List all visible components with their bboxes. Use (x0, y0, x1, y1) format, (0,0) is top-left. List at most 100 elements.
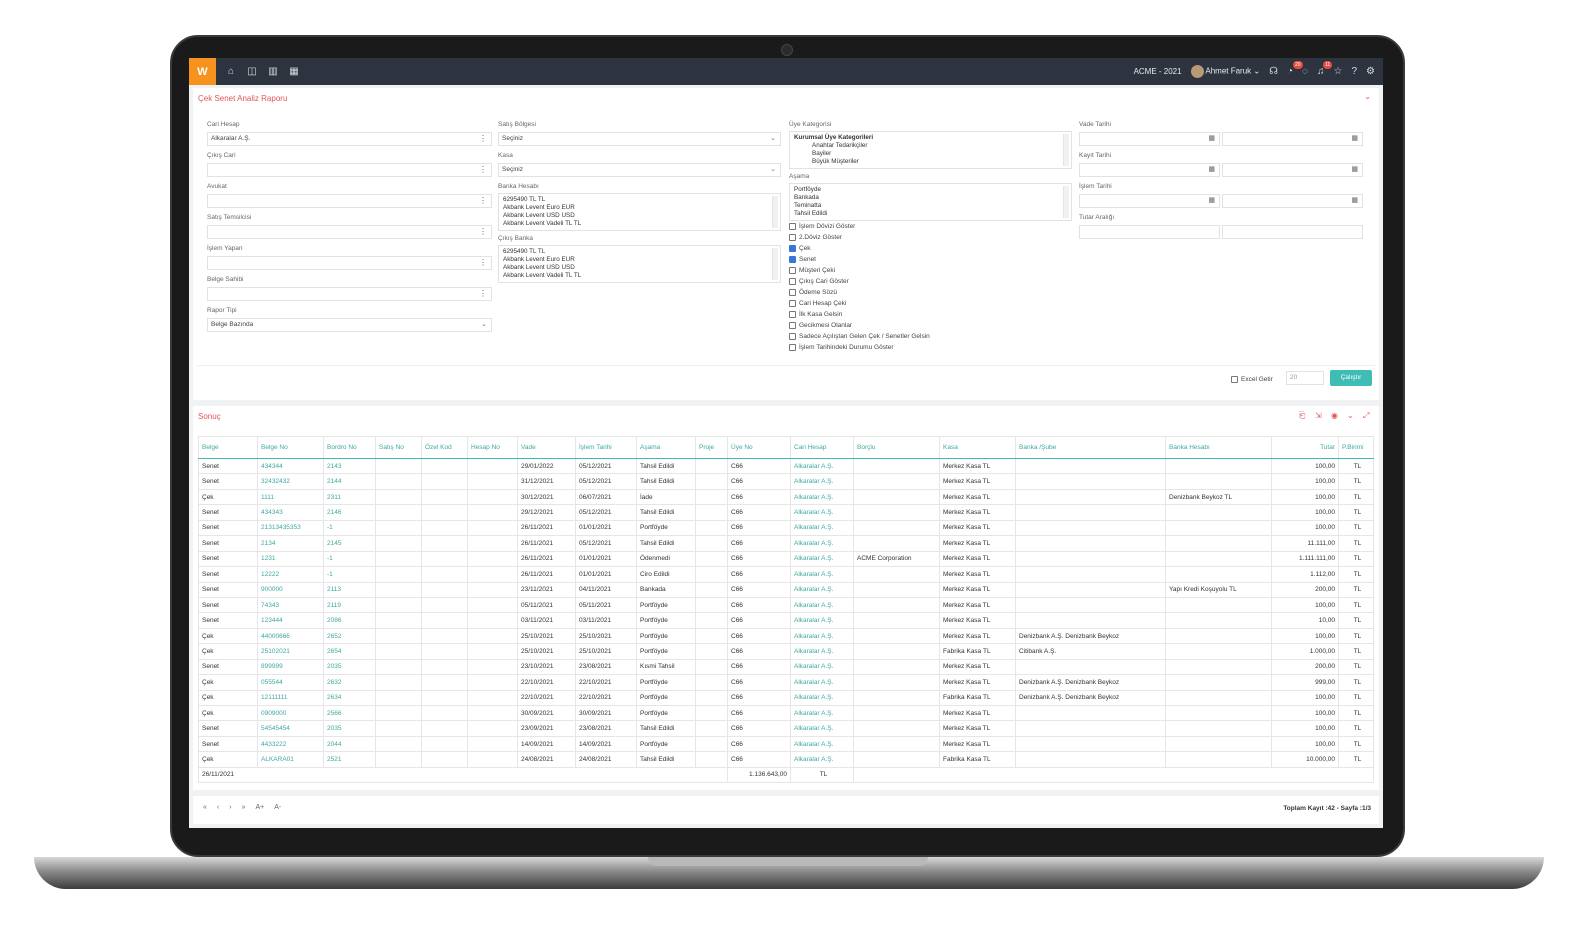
home-icon[interactable]: ⌂ (225, 66, 237, 77)
next-page-button[interactable]: › (229, 804, 231, 811)
column-header[interactable]: Tutar (1271, 436, 1339, 459)
first-page-button[interactable]: « (203, 804, 207, 811)
vade-end-date[interactable]: ▦ (1222, 132, 1363, 146)
table-cell[interactable]: 2654 (323, 643, 376, 660)
checkbox-row[interactable]: Senet (789, 256, 816, 263)
list-item[interactable]: 6295490 TL TL (503, 248, 776, 256)
scrollbar[interactable] (772, 248, 778, 280)
table-row[interactable]: Senet 32432432 2144 31/12/2021 05/12/2021 Tah… (198, 473, 1374, 490)
banka-hesabi-list[interactable]: 6295490 TL TL Akbank Levent Euro EUR Akb… (498, 193, 781, 231)
kayit-start-date[interactable]: ▦ (1079, 163, 1220, 177)
list-item[interactable]: Akbank Levent Euro EUR (503, 204, 776, 212)
table-cell[interactable]: 2566 (323, 704, 376, 722)
table-row[interactable]: Senet 1231 -1 26/11/2021 01/01/2021 Ödenmedi C… (198, 550, 1374, 568)
kayit-end-date[interactable]: ▦ (1222, 163, 1363, 177)
table-row[interactable]: Çek 12111111 2634 22/10/2021 22/10/2021 Portf… (198, 689, 1374, 707)
table-cell[interactable]: 900000 (257, 581, 324, 598)
checkbox[interactable] (789, 256, 796, 263)
checkbox-row[interactable]: Sadece Açılıştan Gelen Çek / Senetler Ge… (789, 333, 930, 340)
list-item[interactable]: Akbank Levent Vadeli TL TL (503, 220, 776, 228)
checkbox-row[interactable]: Cari Hesap Çeki (789, 300, 846, 307)
table-cell[interactable]: 74343 (257, 596, 324, 614)
font-increase-button[interactable]: A+ (256, 804, 265, 811)
checkbox-row[interactable]: Gecikmesi Olanlar (789, 322, 852, 329)
column-header[interactable]: Hesap No (467, 436, 518, 459)
excel-checkbox-row[interactable]: Excel Getir (1231, 376, 1273, 383)
table-cell[interactable]: 2634 (323, 689, 376, 707)
scrollbar[interactable] (1063, 186, 1069, 218)
table-cell[interactable]: Alkaralar A.Ş. (790, 519, 854, 537)
calendar-icon[interactable]: ▦ (288, 66, 300, 77)
list-item[interactable]: Büyük Müşteriler (794, 158, 1067, 166)
checkbox-row[interactable]: Ödeme Sözü (789, 289, 837, 296)
scrollbar[interactable] (1063, 134, 1069, 166)
table-row[interactable]: Senet 434344 2143 29/01/2022 05/12/2021 Tahsi… (198, 457, 1374, 475)
table-cell[interactable]: Alkaralar A.Ş. (790, 658, 854, 676)
table-cell[interactable]: Alkaralar A.Ş. (790, 566, 854, 583)
table-cell[interactable]: 123444 (257, 612, 324, 629)
table-cell[interactable]: 2632 (323, 674, 376, 691)
calendar-icon[interactable]: ▦ (1208, 195, 1215, 207)
table-cell[interactable]: 2146 (323, 504, 376, 521)
expand-icon[interactable]: ⤢ (1363, 411, 1369, 421)
table-row[interactable]: Senet 900000 2113 23/11/2021 04/11/2021 Banka… (198, 581, 1374, 598)
avukat-field[interactable]: ⋮ (207, 194, 492, 208)
belge-sahibi-field[interactable]: ⋮ (207, 287, 492, 301)
column-header[interactable]: Bordro No (323, 436, 376, 459)
checkbox-row[interactable]: İşlem Dövizi Göster (789, 223, 855, 230)
table-row[interactable]: Senet 123444 2086 03/11/2021 03/11/2021 Portf… (198, 612, 1374, 629)
last-page-button[interactable]: » (242, 804, 246, 811)
table-row[interactable]: Senet 74343 2119 05/11/2021 05/11/2021 Portfö… (198, 596, 1374, 614)
table-cell[interactable]: Alkaralar A.Ş. (790, 457, 854, 475)
list-item[interactable]: Teminatta (794, 202, 1067, 210)
column-header[interactable]: Banka Hesabı (1165, 436, 1272, 459)
column-header[interactable]: P.Birimi (1338, 436, 1374, 459)
table-cell[interactable]: 2311 (323, 488, 376, 506)
table-row[interactable]: Senet 2134 2145 26/11/2021 05/12/2021 Tahsil … (198, 535, 1374, 552)
checkbox[interactable] (789, 234, 796, 241)
share-icon[interactable]: ⎗ (1299, 411, 1305, 421)
tutar-min-field[interactable] (1079, 225, 1220, 239)
column-header[interactable]: Vade (517, 436, 576, 459)
run-button[interactable]: Çalıştır (1330, 370, 1372, 386)
list-item[interactable]: Akbank Levent USD USD (503, 212, 776, 220)
export-icon[interactable]: ⇲ (1315, 411, 1322, 420)
table-cell[interactable]: 2652 (323, 627, 376, 645)
cari-hesap-field[interactable]: Alkaralar A.Ş. ⋮ (207, 132, 492, 146)
table-cell[interactable]: 1231 (257, 550, 324, 568)
table-row[interactable]: Senet 899999 2035 23/10/2021 23/08/2021 Kısmi… (198, 658, 1374, 676)
table-cell[interactable]: 54545454 (257, 720, 324, 737)
collapse-chevron-icon[interactable]: ⌄ (1364, 92, 1371, 101)
more-icon[interactable]: ⋮ (479, 257, 487, 269)
table-row[interactable]: Senet 4433222 2044 14/09/2021 14/09/2021 Port… (198, 735, 1374, 753)
cikis-banka-list[interactable]: 6295490 TL TL Akbank Levent Euro EUR Akb… (498, 245, 781, 283)
checkbox-row[interactable]: Çıkış Cari Göster (789, 278, 849, 285)
column-header[interactable]: Özel Kod (421, 436, 468, 459)
list-item[interactable]: Bankada (794, 194, 1067, 202)
list-item[interactable]: Anahtar Tedarikçiler (794, 142, 1067, 150)
table-cell[interactable]: 434343 (257, 504, 324, 521)
prev-page-button[interactable]: ‹ (217, 804, 219, 811)
table-cell[interactable]: 12111111 (257, 689, 324, 707)
checkbox[interactable] (789, 245, 796, 252)
checkbox[interactable] (789, 300, 796, 307)
more-icon[interactable]: ⋮ (479, 195, 487, 207)
table-cell[interactable]: 21313435353 (257, 519, 324, 537)
table-cell[interactable]: ALKARA01 (257, 751, 324, 768)
table-cell[interactable]: 44000666 (257, 627, 324, 645)
table-cell[interactable]: Alkaralar A.Ş. (790, 488, 854, 506)
checkbox[interactable] (789, 333, 796, 340)
table-row[interactable]: Çek 44000666 2652 25/10/2021 25/10/2021 Portf… (198, 627, 1374, 645)
list-item[interactable]: Tahsil Edildi (794, 210, 1067, 218)
chat-icon[interactable]: ◌ (1302, 66, 1308, 77)
checkbox-row[interactable]: Çek (789, 245, 811, 252)
list-item[interactable]: Bayiler (794, 150, 1067, 158)
calendar-icon[interactable]: ▦ (1351, 133, 1358, 145)
table-cell[interactable]: Alkaralar A.Ş. (790, 720, 854, 737)
islem-end-date[interactable]: ▦ (1222, 194, 1363, 208)
calendar-icon[interactable]: ▦ (1208, 133, 1215, 145)
checkbox[interactable] (789, 322, 796, 329)
page-size-input[interactable]: 20 (1286, 371, 1324, 385)
list-item[interactable]: Akbank Levent USD USD (503, 264, 776, 272)
table-cell[interactable]: 2044 (323, 735, 376, 753)
